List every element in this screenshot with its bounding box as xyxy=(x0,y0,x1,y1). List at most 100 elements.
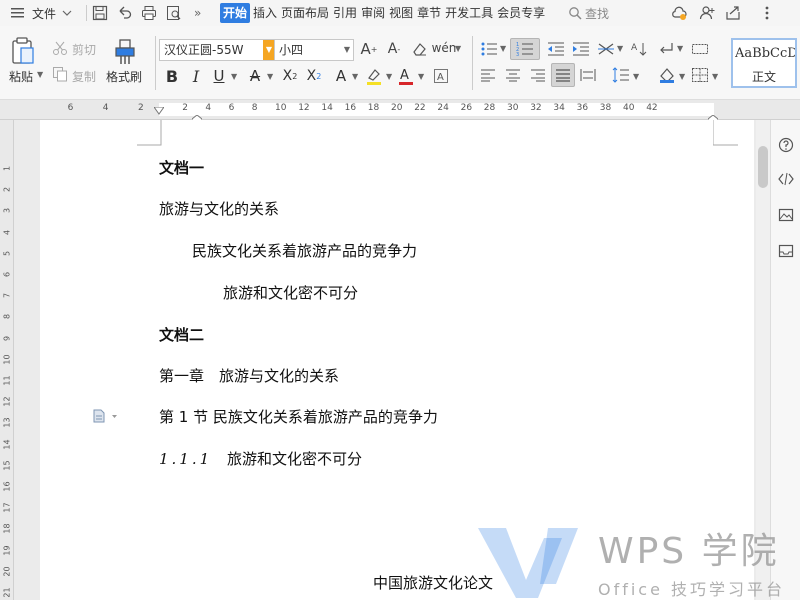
bullet-list-icon[interactable] xyxy=(479,40,499,58)
char-border-icon[interactable]: A xyxy=(432,67,450,85)
font-color-icon[interactable]: A xyxy=(396,66,416,86)
share-icon[interactable] xyxy=(724,4,742,22)
tab-chapter[interactable]: 章节 xyxy=(416,3,442,23)
file-menu[interactable]: 文件 xyxy=(8,0,74,26)
search-label: 查找 xyxy=(585,6,610,21)
print-preview-icon[interactable] xyxy=(166,5,182,21)
save-icon[interactable] xyxy=(92,5,108,21)
line-break-icon[interactable] xyxy=(656,40,676,58)
format-painter-button[interactable] xyxy=(112,38,138,66)
shrink-font-icon[interactable]: A- xyxy=(385,40,403,58)
numbered-list-icon[interactable]: 123 xyxy=(510,38,540,60)
clear-format-icon[interactable] xyxy=(410,40,428,58)
scissors-icon[interactable] xyxy=(52,40,68,56)
cut-label[interactable]: 剪切 xyxy=(72,41,96,58)
chinese-layout-dropdown-icon[interactable]: ▼ xyxy=(617,44,623,53)
line-spacing-dropdown-icon[interactable]: ▼ xyxy=(633,72,639,81)
borders-icon[interactable] xyxy=(690,66,710,84)
shading-dropdown-icon[interactable]: ▼ xyxy=(679,72,685,81)
strikethrough-dropdown-icon[interactable]: ▼ xyxy=(267,72,273,81)
tab-insert[interactable]: 插入 xyxy=(252,3,278,23)
clipboard-icon xyxy=(12,37,34,64)
scrollbar-thumb[interactable] xyxy=(758,146,768,188)
style-normal[interactable]: AaBbCcDd 正文 xyxy=(731,38,797,88)
align-center-icon[interactable] xyxy=(504,66,522,84)
paragraph-marker-icon[interactable] xyxy=(92,408,120,427)
bold-icon[interactable]: B xyxy=(163,66,181,86)
chinese-layout-icon[interactable] xyxy=(596,40,616,58)
borders-dropdown-icon[interactable]: ▼ xyxy=(712,72,718,81)
first-line-indent-marker[interactable] xyxy=(153,100,165,119)
superscript-icon[interactable]: X2 xyxy=(280,66,300,86)
paste-button[interactable] xyxy=(8,36,38,66)
doc-line-2[interactable]: 旅游与文化的关系 xyxy=(159,198,279,219)
heading-doc-1[interactable]: 文档一 xyxy=(159,157,204,178)
underline-icon[interactable]: U xyxy=(210,66,228,86)
print-icon[interactable] xyxy=(141,5,157,21)
copy-icon[interactable] xyxy=(52,66,68,82)
image-icon[interactable] xyxy=(777,206,795,224)
phonetic-dropdown-icon[interactable]: ▼ xyxy=(455,44,461,53)
text-effect-dropdown-icon[interactable]: ▼ xyxy=(352,72,358,81)
ruler-number: 14 xyxy=(321,103,333,113)
sort-icon[interactable]: A xyxy=(630,40,650,58)
help-icon[interactable] xyxy=(777,136,795,154)
tab-page-layout[interactable]: 页面布局 xyxy=(280,3,330,23)
grow-font-icon[interactable]: A + xyxy=(360,40,378,58)
more-icon[interactable]: » xyxy=(194,6,201,20)
font-size-select[interactable]: 小四 ▼ xyxy=(274,39,354,61)
subsection-heading[interactable]: 1.1.1 旅游和文化密不可分 xyxy=(159,448,362,469)
code-icon[interactable] xyxy=(777,170,795,188)
strikethrough-icon[interactable]: A xyxy=(246,66,264,86)
document-page[interactable]: 文档一 旅游与文化的关系 民族文化关系着旅游产品的竞争力 旅游和文化密不可分 文… xyxy=(40,120,754,600)
paste-label[interactable]: 粘贴 xyxy=(9,68,33,85)
line-break-dropdown-icon[interactable]: ▼ xyxy=(677,44,683,53)
highlight-dropdown-icon[interactable]: ▼ xyxy=(386,72,392,81)
bullet-dropdown-icon[interactable]: ▼ xyxy=(500,44,506,53)
tab-review[interactable]: 审阅 xyxy=(360,3,386,23)
horizontal-ruler[interactable]: 6 4 2 2 4 6 8 10 12 14 16 18 20 22 24 26 28 30 32 34 36 38 40 4… xyxy=(0,100,800,125)
subscript-icon[interactable]: X2 xyxy=(304,66,324,86)
justify-icon[interactable] xyxy=(551,63,575,87)
ruler-number: 26 xyxy=(460,103,473,113)
line-spacing-icon[interactable] xyxy=(611,66,631,84)
text-effect-icon[interactable]: A xyxy=(332,66,350,86)
doc-line-4[interactable]: 旅游和文化密不可分 xyxy=(223,282,358,303)
search-box[interactable]: 查找 xyxy=(566,0,611,26)
tab-references[interactable]: 引用 xyxy=(332,3,358,23)
cloud-sync-icon[interactable] xyxy=(670,4,688,22)
increase-indent-icon[interactable] xyxy=(571,40,591,58)
tab-home[interactable]: 开始 xyxy=(220,3,251,23)
align-right-icon[interactable] xyxy=(529,66,547,84)
font-name-select[interactable]: 汉仪正圆-55W ▼ xyxy=(159,39,276,61)
vertical-ruler[interactable]: 1 2 3 4 5 6 7 8 9 10 11 12 13 14 15 16 17 18 19 20 21 xyxy=(0,120,14,600)
heading-doc-2[interactable]: 文档二 xyxy=(159,324,204,345)
doc-line-3[interactable]: 民族文化关系着旅游产品的竞争力 xyxy=(192,240,417,261)
vertical-scrollbar[interactable] xyxy=(756,120,770,600)
decrease-indent-icon[interactable] xyxy=(546,40,566,58)
more-options-icon[interactable] xyxy=(760,4,774,22)
undo-icon[interactable] xyxy=(116,5,132,21)
underline-dropdown-icon[interactable]: ▼ xyxy=(231,72,237,81)
format-painter-label[interactable]: 格式刷 xyxy=(106,68,142,85)
table-icon[interactable] xyxy=(690,40,710,58)
tab-view[interactable]: 视图 xyxy=(388,3,414,23)
copy-label[interactable]: 复制 xyxy=(72,68,96,85)
ruler-number: 30 xyxy=(507,103,519,113)
italic-icon[interactable]: I xyxy=(187,66,205,86)
paste-dropdown-icon[interactable]: ▼ xyxy=(37,70,43,79)
align-left-icon[interactable] xyxy=(479,66,497,84)
section-heading[interactable]: 第 1 节 民族文化关系着旅游产品的竞争力 xyxy=(159,406,438,427)
vruler-number: 9 xyxy=(2,335,12,341)
doc-line-last[interactable]: 中国旅游文化论文 xyxy=(373,572,493,593)
inbox-icon[interactable] xyxy=(777,242,795,260)
chapter-heading[interactable]: 第一章 旅游与文化的关系 xyxy=(159,365,339,386)
shading-icon[interactable] xyxy=(657,66,677,84)
font-color-dropdown-icon[interactable]: ▼ xyxy=(418,72,424,81)
tab-member[interactable]: 会员专享 xyxy=(496,3,546,23)
tab-developer[interactable]: 开发工具 xyxy=(444,3,494,23)
highlight-icon[interactable] xyxy=(364,66,384,86)
share-user-icon[interactable] xyxy=(698,4,716,22)
distributed-align-icon[interactable] xyxy=(579,66,597,84)
phonetic-guide-icon[interactable]: wén xyxy=(432,38,457,58)
